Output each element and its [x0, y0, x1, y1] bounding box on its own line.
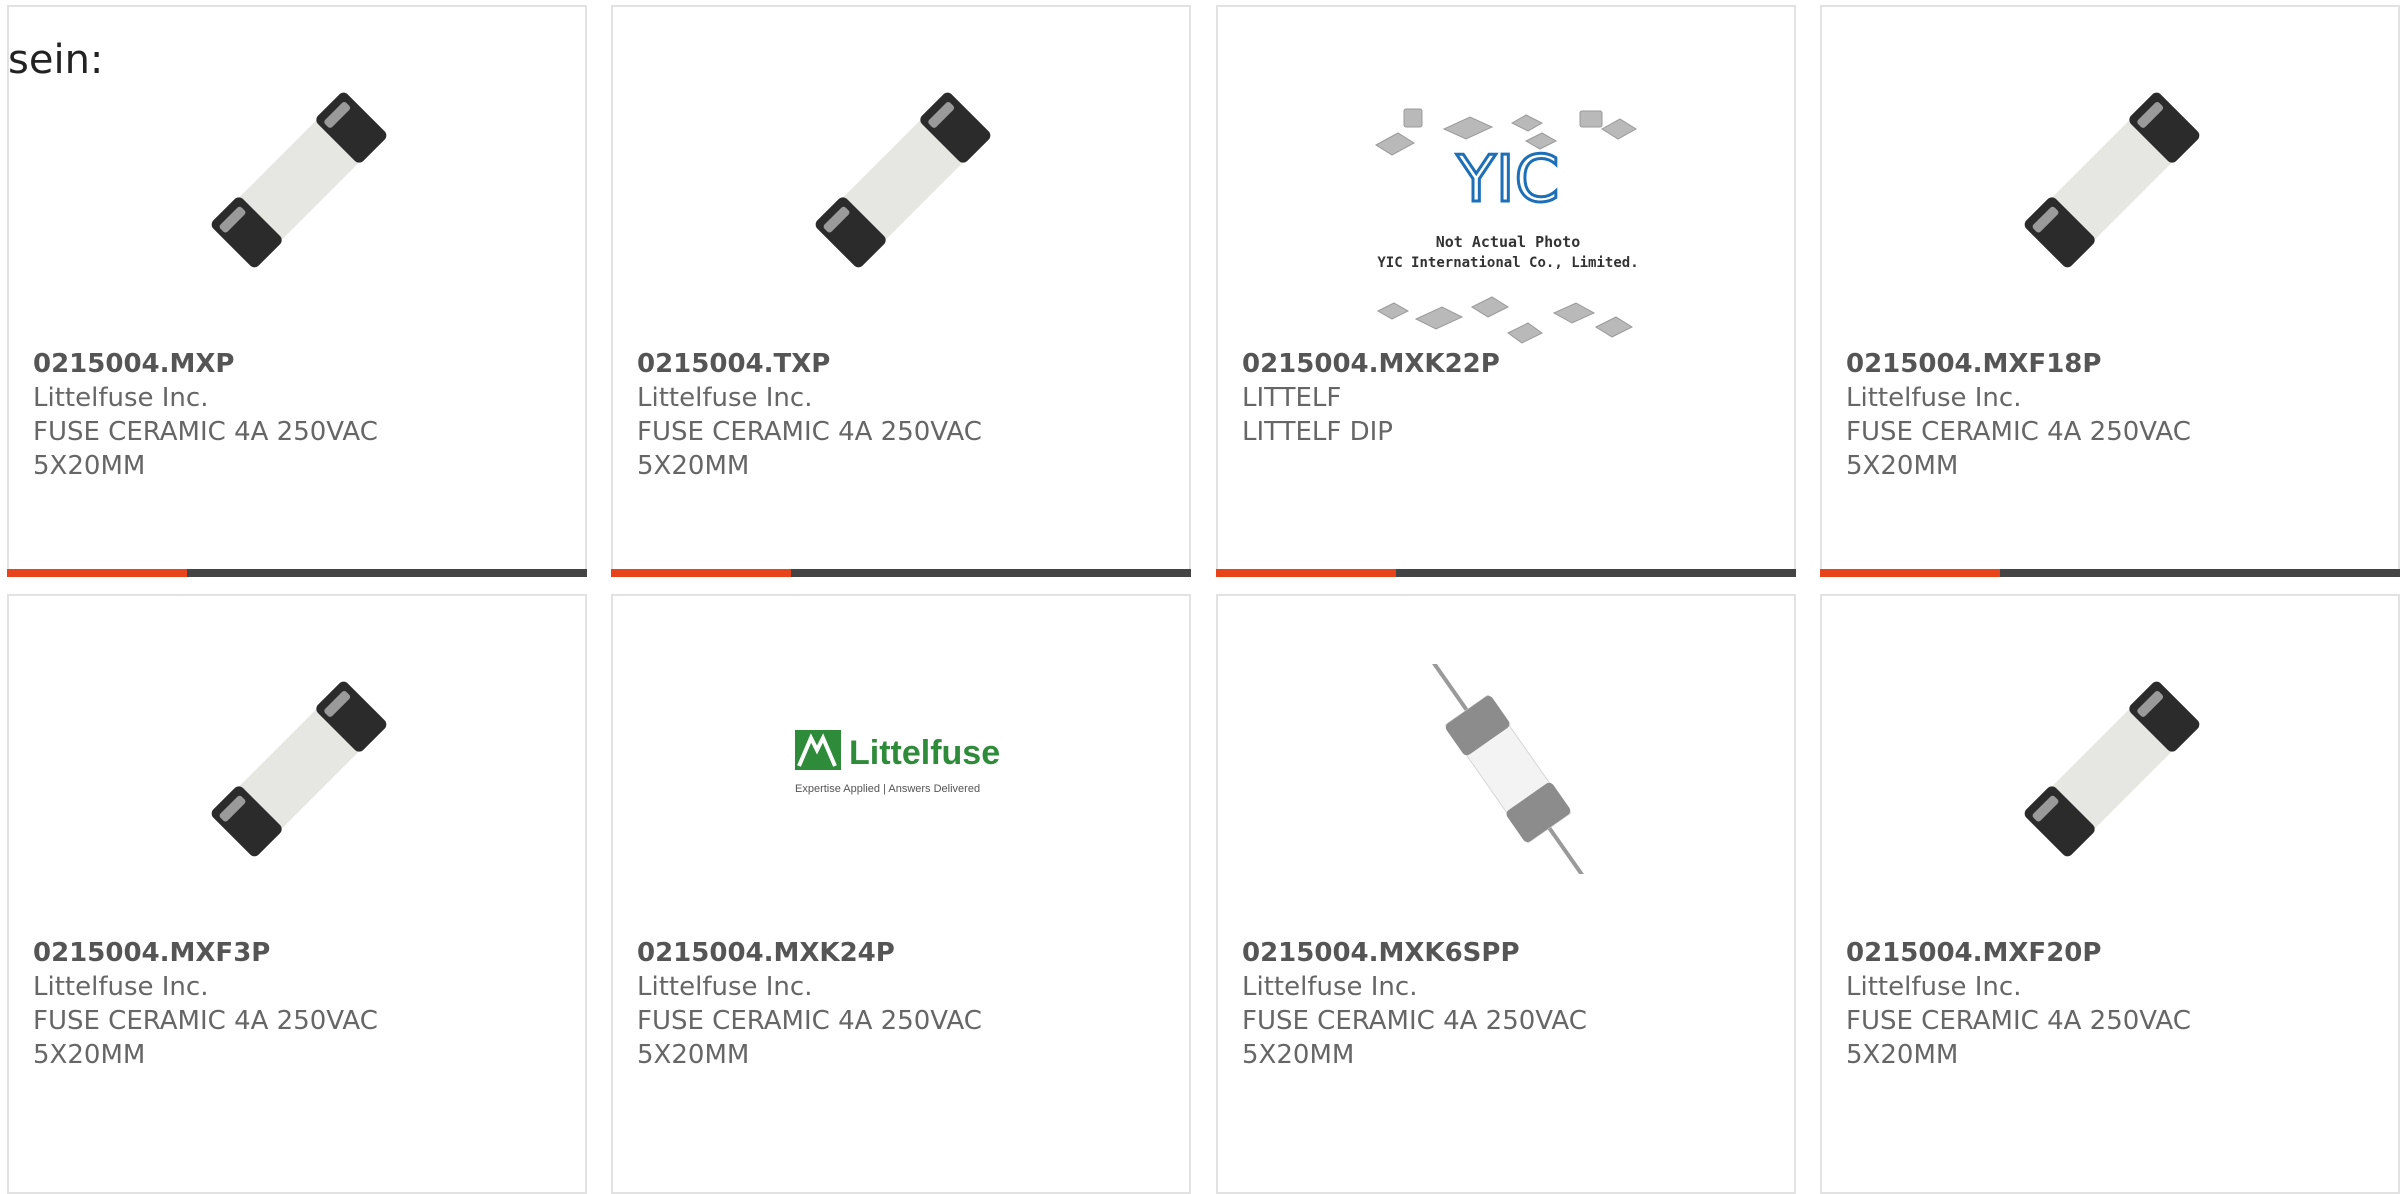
- ceramic-fuse-icon[interactable]: [2012, 664, 2212, 874]
- yic-logo-text: YIC: [1456, 143, 1560, 217]
- ceramic-fuse-icon[interactable]: [803, 75, 1003, 285]
- part-number-link[interactable]: 0215004.MXF20P: [1846, 936, 2346, 970]
- product-card[interactable]: 0215004.TXP Littelfuse Inc. FUSE CERAMIC…: [611, 5, 1191, 577]
- placeholder-caption-line1: Not Actual Photo: [1436, 233, 1581, 251]
- product-card[interactable]: Littelfuse Expertise Applied | Answers D…: [611, 594, 1191, 1194]
- manufacturer-name: Littelfuse Inc.: [637, 383, 813, 413]
- description-line1: FUSE CERAMIC 4A 250VAC: [1846, 1006, 2191, 1036]
- card-accent-bar: [1216, 569, 1796, 577]
- part-number-link[interactable]: 0215004.MXF18P: [1846, 347, 2346, 381]
- product-card[interactable]: 0215004.MXF3P Littelfuse Inc. FUSE CERAM…: [7, 594, 587, 1194]
- description-line1: LITTELF DIP: [1242, 417, 1393, 447]
- littelfuse-tagline: Expertise Applied | Answers Delivered: [795, 783, 980, 795]
- card-accent-bar: [611, 569, 1191, 577]
- description-line1: FUSE CERAMIC 4A 250VAC: [33, 417, 378, 447]
- description-line1: FUSE CERAMIC 4A 250VAC: [637, 1006, 982, 1036]
- not-actual-photo-icon[interactable]: YIC Not Actual Photo YIC International C…: [1358, 97, 1658, 347]
- product-card[interactable]: YIC Not Actual Photo YIC International C…: [1216, 5, 1796, 577]
- part-number-link[interactable]: 0215004.MXK6SPP: [1242, 936, 1742, 970]
- manufacturer-name: Littelfuse Inc.: [1846, 383, 2022, 413]
- card-accent-fill: [1820, 569, 2000, 577]
- manufacturer-name: Littelfuse Inc.: [637, 972, 813, 1002]
- part-number-link[interactable]: 0215004.MXF3P: [33, 936, 533, 970]
- description-line2: 5X20MM: [1846, 451, 1959, 481]
- part-number-link[interactable]: 0215004.MXP: [33, 347, 533, 381]
- description-line2: 5X20MM: [33, 1040, 146, 1070]
- description-line1: FUSE CERAMIC 4A 250VAC: [1846, 417, 2191, 447]
- ceramic-fuse-icon[interactable]: [2012, 75, 2212, 285]
- part-number-link[interactable]: 0215004.MXK24P: [637, 936, 1137, 970]
- part-number-link[interactable]: 0215004.TXP: [637, 347, 1137, 381]
- product-card[interactable]: 0215004.MXF20P Littelfuse Inc. FUSE CERA…: [1820, 594, 2400, 1194]
- manufacturer-name: Littelfuse Inc.: [1242, 972, 1418, 1002]
- description-line1: FUSE CERAMIC 4A 250VAC: [637, 417, 982, 447]
- description-line2: 5X20MM: [1242, 1040, 1355, 1070]
- part-number-link[interactable]: 0215004.MXK22P: [1242, 347, 1742, 381]
- description-line1: FUSE CERAMIC 4A 250VAC: [33, 1006, 378, 1036]
- product-card[interactable]: 0215004.MXP Littelfuse Inc. FUSE CERAMIC…: [7, 5, 587, 577]
- product-card[interactable]: 0215004.MXK6SPP Littelfuse Inc. FUSE CER…: [1216, 594, 1796, 1194]
- description-line2: 5X20MM: [637, 1040, 750, 1070]
- card-accent-bar: [7, 569, 587, 577]
- manufacturer-name: LITTELF: [1242, 383, 1342, 413]
- description-line2: 5X20MM: [33, 451, 146, 481]
- manufacturer-name: Littelfuse Inc.: [1846, 972, 2022, 1002]
- manufacturer-name: Littelfuse Inc.: [33, 972, 209, 1002]
- manufacturer-name: Littelfuse Inc.: [33, 383, 209, 413]
- card-accent-fill: [7, 569, 187, 577]
- axial-fuse-icon[interactable]: [1408, 664, 1608, 874]
- ceramic-fuse-icon[interactable]: [199, 664, 399, 874]
- ceramic-fuse-icon[interactable]: [199, 75, 399, 285]
- card-accent-fill: [1216, 569, 1396, 577]
- product-grid: 0215004.MXP Littelfuse Inc. FUSE CERAMIC…: [0, 0, 2400, 1194]
- littelfuse-logo-text: Littelfuse: [849, 734, 1000, 772]
- placeholder-caption-line2: YIC International Co., Limited.: [1377, 255, 1638, 271]
- card-accent-fill: [611, 569, 791, 577]
- description-line2: 5X20MM: [637, 451, 750, 481]
- description-line1: FUSE CERAMIC 4A 250VAC: [1242, 1006, 1587, 1036]
- product-card[interactable]: 0215004.MXF18P Littelfuse Inc. FUSE CERA…: [1820, 5, 2400, 577]
- littelfuse-logo-icon[interactable]: Littelfuse Expertise Applied | Answers D…: [793, 716, 1013, 806]
- card-accent-bar: [1820, 569, 2400, 577]
- intro-text: sein:: [8, 37, 104, 83]
- description-line2: 5X20MM: [1846, 1040, 1959, 1070]
